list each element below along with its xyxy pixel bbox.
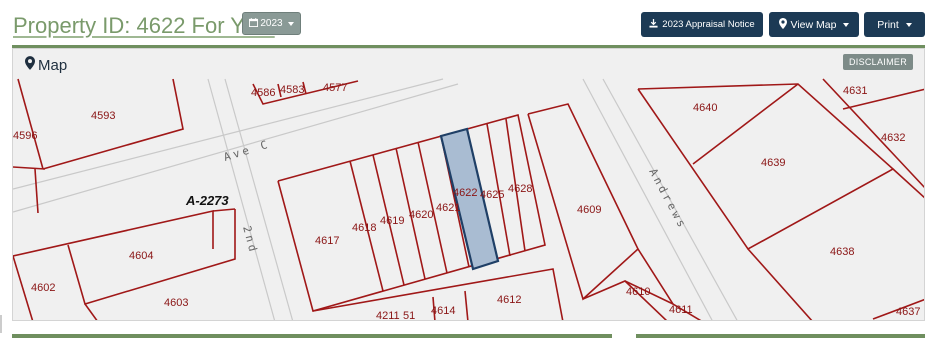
chevron-down-icon — [843, 22, 850, 27]
parcel-label: 4621 — [436, 202, 460, 214]
parcel-label: 4609 — [577, 204, 601, 216]
parcel-label: 4583 — [280, 84, 304, 96]
parcel-label: 4625 — [480, 189, 504, 201]
parcel-label: 4637 — [896, 306, 920, 318]
parcel-label: 4640 — [693, 102, 717, 114]
parcel-label: 51 — [403, 310, 415, 321]
parcel-label: 4603 — [164, 297, 188, 309]
parcel-label: 4610 — [626, 286, 650, 298]
print-button[interactable]: Print — [864, 12, 925, 37]
parcel-label: 4638 — [830, 246, 854, 258]
parcel-label: 4211 — [376, 310, 400, 321]
parcel-label: 4593 — [91, 110, 115, 122]
appraisal-notice-label: 2023 Appraisal Notice — [662, 19, 755, 30]
map-panel: Map DISCLAIMER Ave C 2nd Andrews A-2273 … — [12, 48, 925, 321]
parcel-label: 4632 — [881, 132, 905, 144]
parcel-label-selected: 4622 — [453, 187, 477, 199]
section-divider-right — [636, 334, 925, 338]
calendar-icon — [249, 17, 259, 30]
page-title: Property ID: 4622 For Year — [13, 13, 275, 38]
map-panel-title: Map — [25, 56, 67, 74]
street-label-ave-c: Ave C — [222, 137, 272, 164]
street-label-2nd: 2nd — [240, 224, 260, 255]
view-map-button[interactable]: View Map — [769, 12, 859, 37]
parcel-label: 4602 — [31, 282, 55, 294]
parcel-label: 4619 — [380, 215, 404, 227]
parcel-label: 4596 — [13, 130, 37, 142]
year-select-button[interactable]: 2023 — [242, 12, 301, 35]
parcel-label: 4618 — [352, 222, 376, 234]
section-divider-left — [12, 334, 612, 338]
parcel-label: 4639 — [761, 157, 785, 169]
download-icon — [649, 18, 658, 31]
map-marker-icon — [25, 56, 35, 74]
map-marker-icon — [778, 17, 787, 32]
parcel-label: 4612 — [497, 294, 521, 306]
chevron-down-icon — [287, 21, 294, 26]
edge-marker — [0, 315, 2, 333]
street-label-andrews: Andrews — [646, 166, 689, 232]
subdivision-label: A-2273 — [185, 193, 229, 208]
parcel-map[interactable]: Ave C 2nd Andrews A-2273 4593 4596 4586 … — [13, 49, 925, 321]
appraisal-notice-button[interactable]: 2023 Appraisal Notice — [641, 12, 763, 37]
parcel-label: 4611 — [669, 304, 693, 316]
parcel-label: 4620 — [409, 209, 433, 221]
year-label: 2023 — [260, 18, 283, 29]
disclaimer-button[interactable]: DISCLAIMER — [842, 54, 913, 70]
parcel-label: 4617 — [315, 235, 339, 247]
map-title-label: Map — [38, 56, 68, 74]
parcel-label: 4577 — [323, 82, 347, 94]
parcel-label: 4604 — [129, 250, 153, 262]
parcel-label: 4631 — [843, 85, 867, 97]
parcel-label: 4628 — [508, 183, 532, 195]
parcel-label: 4586 — [251, 87, 275, 99]
print-label: Print — [877, 18, 899, 31]
view-map-label: View Map — [790, 18, 837, 31]
chevron-down-icon — [905, 22, 912, 27]
parcel-label: 4614 — [431, 305, 455, 317]
page-header: Property ID: 4622 For Year 2023 2023 App… — [0, 0, 929, 46]
